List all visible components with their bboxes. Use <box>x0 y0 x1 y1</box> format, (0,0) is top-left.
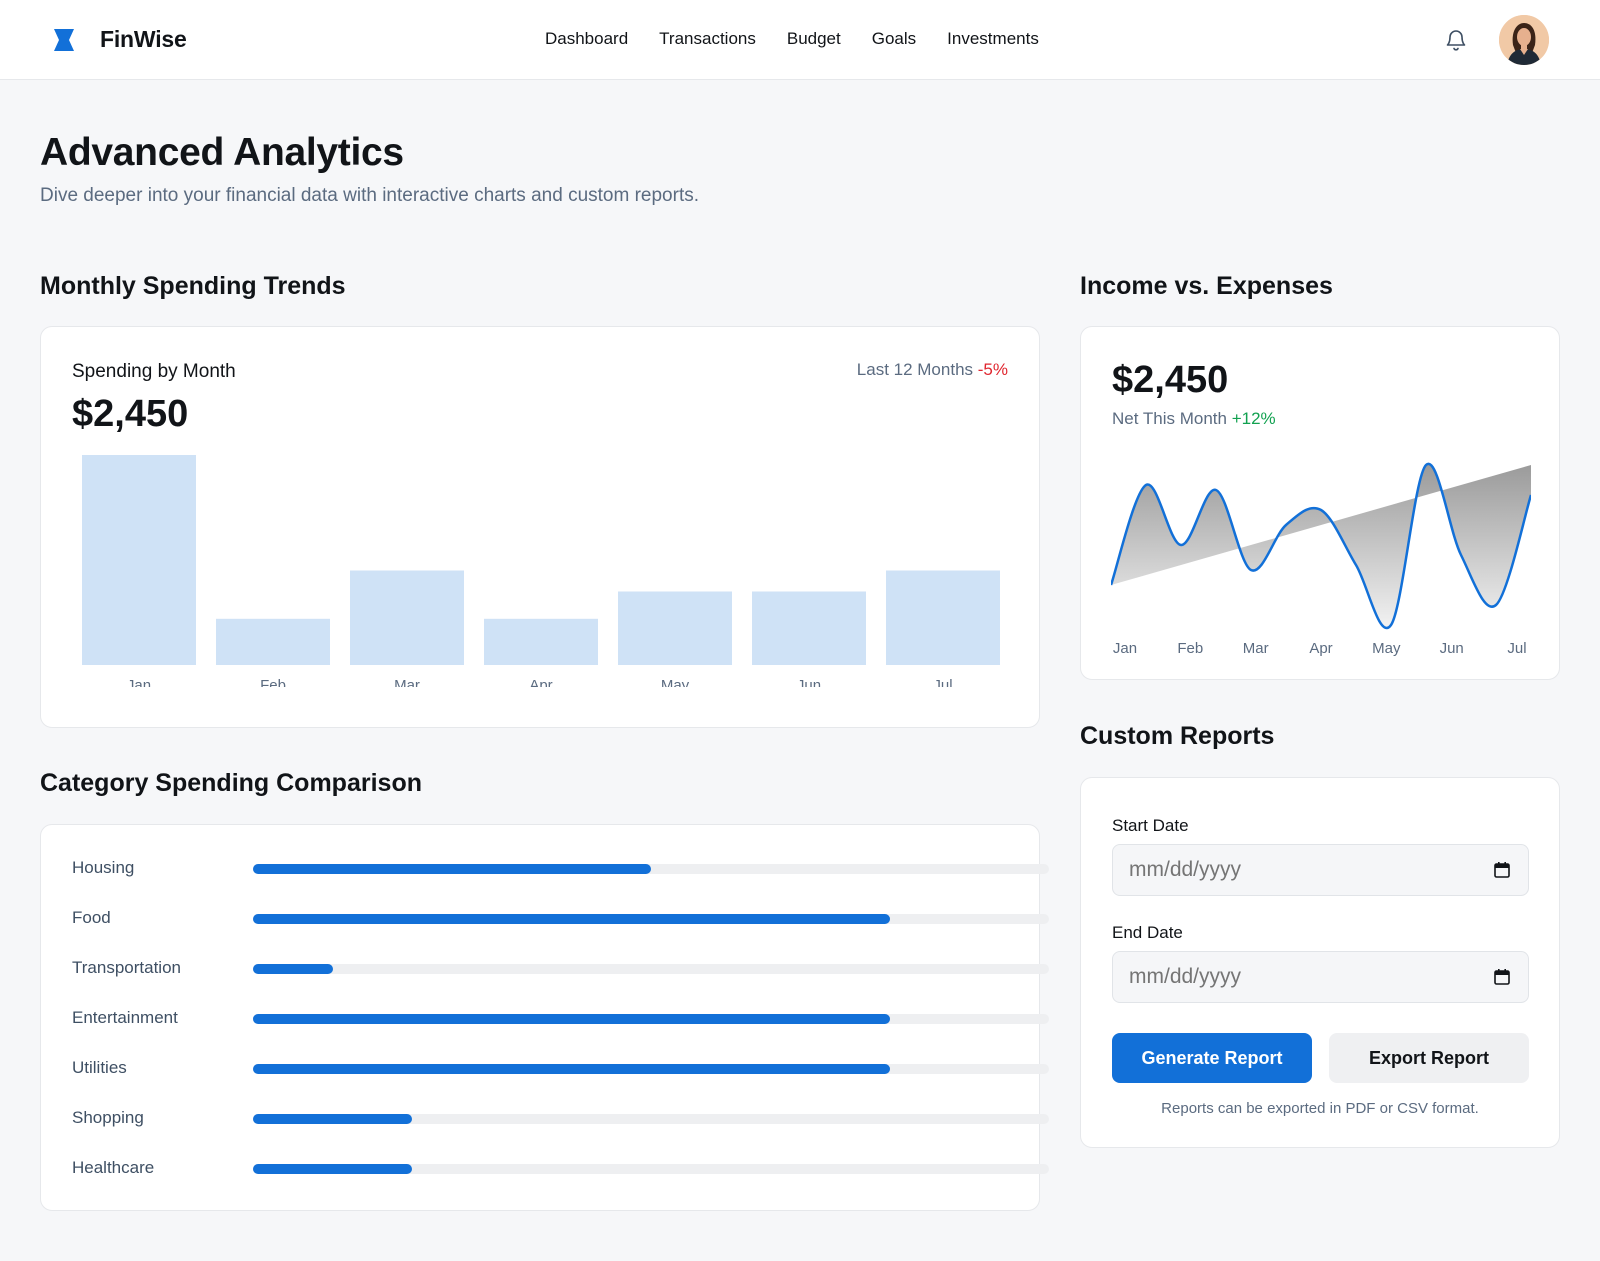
start-calendar-icon[interactable] <box>1493 861 1511 879</box>
category-bar-fill <box>253 1064 890 1074</box>
bar-x-label: Jul <box>933 677 952 687</box>
category-bar-track <box>253 1114 1049 1124</box>
category-name: Healthcare <box>72 1158 155 1177</box>
category-bar-fill <box>253 964 333 974</box>
nav-dashboard[interactable]: Dashboard <box>545 29 628 49</box>
category-row[interactable]: Transportation <box>72 956 1049 980</box>
category-bar-track <box>253 864 1049 874</box>
category-bar-fill <box>253 914 890 924</box>
main-nav: Dashboard Transactions Budget Goals Inve… <box>545 29 1070 49</box>
category-row[interactable]: Shopping <box>72 1106 1049 1130</box>
custom-reports-card: Start Date End Date Generate Report Expo… <box>1080 777 1560 1148</box>
bar-feb[interactable] <box>216 618 330 665</box>
line-x-label: Jan <box>1113 640 1137 657</box>
category-name: Housing <box>72 858 135 877</box>
range-label: Last 12 Months <box>856 360 974 379</box>
page-title: Advanced Analytics <box>40 131 404 174</box>
export-report-button[interactable]: Export Report <box>1329 1033 1529 1083</box>
export-format-note: Reports can be exported in PDF or CSV fo… <box>1161 1100 1479 1117</box>
brand-name[interactable]: FinWise <box>100 26 187 53</box>
bar-apr[interactable] <box>484 618 598 665</box>
line-x-label: Mar <box>1243 640 1269 657</box>
category-row[interactable]: Food <box>72 906 1049 930</box>
category-spending-title: Category Spending Comparison <box>40 769 422 797</box>
spending-total: $2,450 <box>72 393 189 435</box>
end-date-label: End Date <box>1112 923 1183 942</box>
bar-jul[interactable] <box>886 570 1000 666</box>
category-bar-track <box>253 1064 1049 1074</box>
spending-label: Spending by Month <box>72 361 236 382</box>
category-bar-fill <box>253 1164 413 1174</box>
category-name: Utilities <box>72 1058 127 1077</box>
end-date-input[interactable] <box>1112 951 1529 1003</box>
bar-mar[interactable] <box>350 570 464 666</box>
category-name: Entertainment <box>72 1008 178 1027</box>
category-spending-card: Housing Food Transportation Entertainment Ut… <box>40 824 1049 1211</box>
category-bar-fill <box>253 1114 413 1124</box>
start-date-label: Start Date <box>1112 816 1189 835</box>
category-row[interactable]: Healthcare <box>72 1156 1049 1180</box>
bar-may[interactable] <box>618 591 732 666</box>
net-change-badge: +12% <box>1231 409 1276 428</box>
spending-by-month-card: Spending by Month $2,450 Last 12 Months … <box>40 326 1040 728</box>
nav-goals[interactable]: Goals <box>872 29 916 49</box>
top-navigation-bar: FinWise Dashboard Transactions Budget Go… <box>0 0 1600 80</box>
area-fill <box>1111 463 1531 628</box>
end-calendar-icon[interactable] <box>1493 968 1511 986</box>
bar-x-label: Apr <box>529 677 552 687</box>
spending-change-badge: -5% <box>977 360 1008 379</box>
nav-transactions[interactable]: Transactions <box>659 29 756 49</box>
bar-x-label: Mar <box>394 677 420 687</box>
category-row[interactable]: Housing <box>72 856 1049 880</box>
spending-range: Last 12 Months -5% <box>857 360 1008 380</box>
nav-investments[interactable]: Investments <box>947 29 1039 49</box>
category-bar-track <box>253 914 1049 924</box>
category-bar-track <box>253 964 1049 974</box>
bar-jun[interactable] <box>752 591 866 666</box>
net-label-row: Net This Month +12% <box>1112 409 1276 429</box>
category-bar-fill <box>253 1014 890 1024</box>
finwise-logo-icon[interactable] <box>52 28 76 52</box>
line-x-label: Jul <box>1507 640 1526 657</box>
line-x-label: Jun <box>1440 640 1464 657</box>
line-x-label: Feb <box>1177 640 1203 657</box>
generate-report-button[interactable]: Generate Report <box>1112 1033 1312 1083</box>
bar-x-label: Feb <box>260 677 286 687</box>
income-expenses-chart: Jan Feb Mar Apr May Jun Jul <box>1111 462 1531 657</box>
monthly-spending-title: Monthly Spending Trends <box>40 272 346 300</box>
user-avatar[interactable] <box>1499 15 1549 65</box>
category-name: Food <box>72 908 111 927</box>
net-amount: $2,450 <box>1112 359 1229 401</box>
nav-budget[interactable]: Budget <box>787 29 841 49</box>
bar-x-label: May <box>661 677 690 687</box>
net-label: Net This Month <box>1112 409 1227 428</box>
category-bar-track <box>253 1014 1049 1024</box>
category-name: Transportation <box>72 958 181 977</box>
line-x-label: May <box>1372 640 1401 657</box>
bar-x-label: Jun <box>797 677 821 687</box>
line-x-label: Apr <box>1309 640 1332 657</box>
start-date-input[interactable] <box>1112 844 1529 896</box>
spending-bar-chart: Jan Feb Mar Apr May Jun Jul <box>82 455 1000 687</box>
bar-jan[interactable] <box>82 455 196 665</box>
bar-x-label: Jan <box>127 677 151 687</box>
income-vs-expenses-title: Income vs. Expenses <box>1080 272 1333 300</box>
category-name: Shopping <box>72 1108 144 1127</box>
income-vs-expenses-card: $2,450 Net This Month +12% Jan Feb Mar Apr M… <box>1080 326 1560 680</box>
custom-reports-title: Custom Reports <box>1080 722 1275 750</box>
page-subtitle: Dive deeper into your financial data wit… <box>40 185 699 206</box>
category-bar-fill <box>253 864 651 874</box>
notification-bell-icon[interactable] <box>1444 28 1468 52</box>
category-row[interactable]: Utilities <box>72 1056 1049 1080</box>
user-avatar-image <box>1499 15 1549 65</box>
category-bar-track <box>253 1164 1049 1174</box>
category-row[interactable]: Entertainment <box>72 1006 1049 1030</box>
